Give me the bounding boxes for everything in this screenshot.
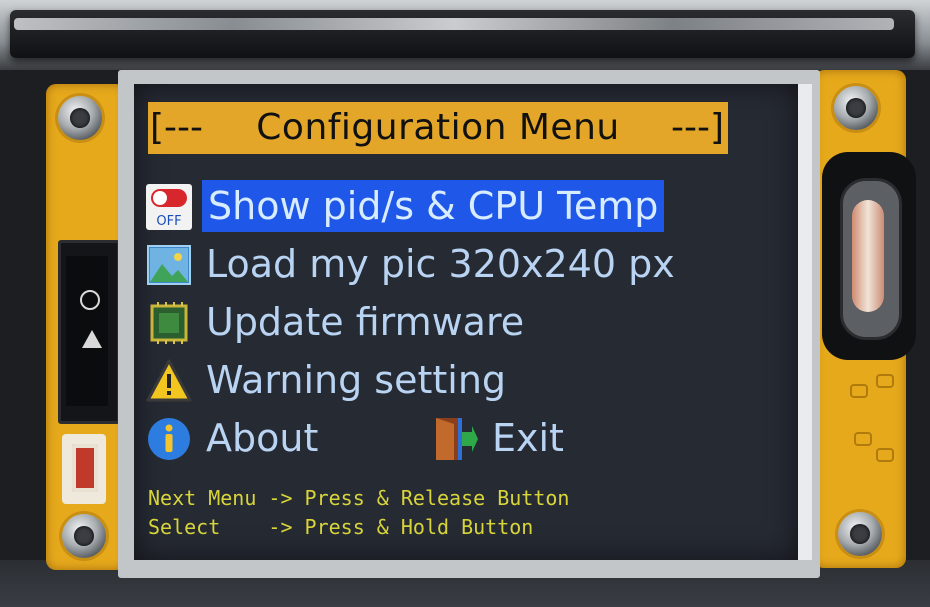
screw-icon: [838, 512, 882, 556]
toggle-off-text: OFF: [156, 214, 181, 229]
menu-item-label: Update firmware: [206, 300, 525, 344]
bracket-edge: [14, 18, 894, 30]
solder-pad: [854, 432, 872, 446]
menu-item-label: Warning setting: [206, 358, 507, 402]
menu-item-label: Exit: [492, 416, 564, 460]
screw-icon: [834, 86, 878, 130]
warning-icon: [146, 358, 192, 404]
sd-card-triangle: [82, 330, 102, 348]
toggle-off-icon: OFF: [146, 184, 192, 230]
solder-pad: [850, 384, 868, 398]
info-icon: [146, 416, 192, 462]
image-icon: [146, 242, 192, 288]
menu-item-label: Show pid/s & CPU Temp: [202, 180, 665, 232]
solder-pad: [876, 374, 894, 388]
screw-icon: [62, 514, 106, 558]
menu-item-update-firmware[interactable]: Update firmware: [146, 296, 706, 348]
menu-item-load-pic[interactable]: Load my pic 320x240 px: [146, 238, 706, 290]
lcd-screen: [--- Configuration Menu ---] OFF Show pi…: [134, 84, 798, 560]
menu-item-warning-setting[interactable]: Warning setting: [146, 354, 706, 406]
title-bracket-right: ---]: [670, 107, 724, 148]
menu-item-label: About: [206, 416, 319, 460]
screw-icon: [58, 96, 102, 140]
solder-pad: [876, 448, 894, 462]
hint-select: Select -> Press & Hold Button: [148, 515, 534, 539]
menu-item-label: Load my pic 320x240 px: [206, 242, 675, 286]
menu-item-show-pids[interactable]: OFF Show pid/s & CPU Temp: [146, 180, 706, 232]
sd-card-logo: [80, 290, 100, 310]
chip-icon: [146, 300, 192, 346]
lcd-edge: [798, 84, 812, 560]
hint-next-menu: Next Menu -> Press & Release Button: [148, 486, 570, 510]
menu-title: Configuration Menu: [256, 107, 620, 148]
speaker-coil: [852, 200, 884, 312]
menu-item-about[interactable]: About: [146, 412, 406, 464]
menu-item-exit[interactable]: Exit: [432, 412, 632, 464]
power-switch-knob[interactable]: [72, 444, 98, 492]
exit-door-icon: [432, 416, 478, 462]
menu-title-bar: [--- Configuration Menu ---]: [148, 102, 728, 154]
